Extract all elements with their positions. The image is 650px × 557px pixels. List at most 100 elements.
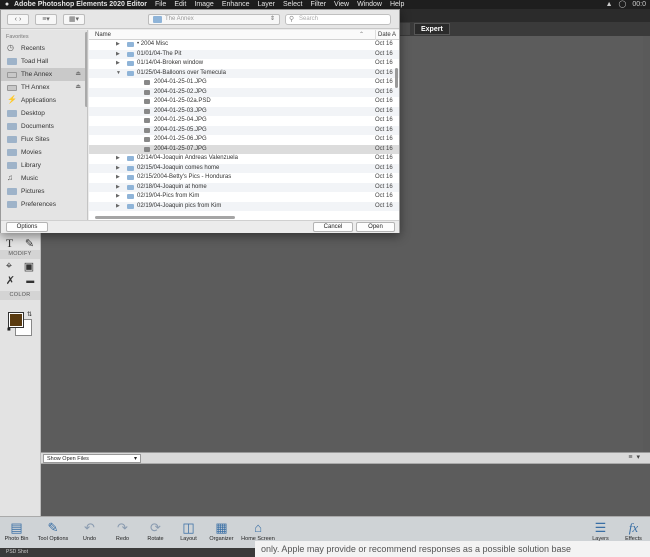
options-button[interactable]: Options (6, 222, 48, 232)
eject-icon[interactable]: ⏏ (75, 68, 81, 81)
view-mode-button[interactable]: ≡▾ (35, 14, 57, 25)
file-row[interactable]: 2004-01-25-02a.PSD Oct 16 (89, 97, 399, 107)
tool-options-button[interactable]: ✎ Tool Options (33, 517, 73, 548)
menu-layer[interactable]: Layer (257, 0, 275, 9)
redo-button[interactable]: ↷ Redo (106, 517, 139, 548)
sidebar-item-preferences[interactable]: Preferences (1, 198, 87, 211)
file-row[interactable]: 2004-01-25-04.JPG Oct 16 (89, 116, 399, 126)
menu-view[interactable]: View (334, 0, 349, 9)
dialog-sidebar: Favorites ◷ Recents Toad Hall The Annex … (1, 30, 88, 220)
menu-enhance[interactable]: Enhance (222, 0, 250, 9)
sidebar-scrollbar[interactable] (85, 32, 87, 107)
sidebar-item-flux-sites[interactable]: Flux Sites (1, 133, 87, 146)
layout-button[interactable]: ◫ Layout (172, 517, 205, 548)
drive-icon (7, 72, 17, 78)
tool-options-label: Tool Options (37, 536, 69, 542)
disclosure-closed-icon[interactable]: ▶ (116, 50, 120, 60)
folder-row[interactable]: ▶ 02/19/04-Pics from Kim Oct 16 (89, 192, 399, 202)
cancel-button[interactable]: Cancel (313, 222, 353, 232)
show-open-files-select[interactable]: Show Open Files ▾ (43, 454, 141, 463)
file-list-hscroll[interactable] (95, 216, 235, 219)
pencil-tool-icon[interactable]: ✎ (25, 237, 34, 250)
apple-icon[interactable]: ● (0, 0, 14, 9)
column-name[interactable]: Name (95, 30, 111, 40)
tab-expert[interactable]: Expert (414, 23, 450, 35)
forward-icon[interactable]: › (19, 16, 21, 23)
disclosure-closed-icon[interactable]: ▶ (116, 59, 120, 69)
menu-image[interactable]: Image (194, 0, 213, 9)
file-row[interactable]: 2004-01-25-06.JPG Oct 16 (89, 135, 399, 145)
file-row[interactable]: 2004-01-25-03.JPG Oct 16 (89, 106, 399, 116)
search-input[interactable]: ⚲ Search (285, 14, 391, 25)
sidebar-item-movies[interactable]: Movies (1, 146, 87, 159)
bin-options-icon[interactable]: ≡▾ (628, 453, 644, 461)
sidebar-item-toad-hall[interactable]: Toad Hall (1, 55, 87, 68)
eject-icon[interactable]: ⏏ (75, 81, 81, 94)
wifi-icon[interactable]: ▲ (606, 0, 613, 9)
content-aware-move-icon[interactable]: ✗ (6, 274, 15, 287)
sidebar-item-recents[interactable]: ◷ Recents (1, 42, 87, 55)
disclosure-closed-icon[interactable]: ▶ (116, 154, 120, 164)
folder-row[interactable]: ▶ 02/15/2004-Betty's Pics - Honduras Oct 1… (89, 173, 399, 183)
text-tool-icon[interactable]: T (6, 236, 13, 251)
folder-row[interactable]: ▶ 01/01/04-The Pit Oct 16 (89, 49, 399, 60)
open-button[interactable]: Open (356, 222, 395, 232)
folder-row[interactable]: ▶ • 2004 Misc Oct 16 (89, 40, 399, 50)
menu-filter[interactable]: Filter (310, 0, 326, 9)
folder-row[interactable]: ▶ 02/18/04-Joaquin at home Oct 16 (89, 182, 399, 193)
home-screen-icon: ⌂ (254, 520, 262, 535)
disclosure-closed-icon[interactable]: ▶ (116, 202, 120, 212)
file-row[interactable]: 2004-01-25-05.JPG Oct 16 (89, 125, 399, 135)
disclosure-open-icon[interactable]: ▼ (116, 69, 121, 79)
back-icon[interactable]: ‹ (15, 16, 17, 23)
folder-row[interactable]: ▶ 02/15/04-Joaquin comes home Oct 16 (89, 163, 399, 174)
folder-row[interactable]: ▶ 02/14/04-Joaquin Andreas Valenzuela Oct … (89, 154, 399, 164)
disclosure-closed-icon[interactable]: ▶ (116, 192, 120, 202)
folder-row[interactable]: ▶ 01/14/04-Broken window Oct 16 (89, 59, 399, 69)
status-area: ▲ ◯ 00:0 (606, 0, 650, 9)
menu-window[interactable]: Window (357, 0, 382, 9)
swap-colors-icon[interactable]: ⇅ (27, 311, 32, 318)
sidebar-item-applications[interactable]: ⚡ Applications (1, 94, 87, 107)
sidebar-item-library[interactable]: Library (1, 159, 87, 172)
disclosure-closed-icon[interactable]: ▶ (116, 40, 120, 50)
file-date: Oct 16 (375, 117, 393, 123)
rotate-button[interactable]: ⟳ Rotate (139, 517, 172, 548)
column-date[interactable]: Date A (375, 30, 396, 40)
back-forward-buttons[interactable]: ‹ › (7, 14, 29, 25)
location-select[interactable]: The Annex ⇕ (148, 14, 280, 25)
sidebar-item-pictures[interactable]: Pictures (1, 185, 87, 198)
folder-row[interactable]: ▶ 02/19/04-Joaquin pics from Kim Oct 16 (89, 201, 399, 212)
group-button[interactable]: ▦▾ (63, 14, 85, 25)
sidebar-item-the-annex[interactable]: The Annex ⏏ (1, 68, 87, 81)
disclosure-closed-icon[interactable]: ▶ (116, 173, 120, 183)
menu-edit[interactable]: Edit (174, 0, 186, 9)
file-list-vscroll[interactable] (395, 68, 398, 88)
sidebar-item-desktop[interactable]: Desktop (1, 107, 87, 120)
file-row[interactable]: 2004-01-25-02.JPG Oct 16 (89, 87, 399, 97)
foreground-color-swatch[interactable] (8, 312, 24, 328)
folder-row[interactable]: ▼ 01/25/04-Balloons over Temecula Oct 16 (89, 68, 399, 79)
straighten-tool-icon[interactable]: ▬ (26, 276, 34, 285)
menu-select[interactable]: Select (283, 0, 302, 9)
sidebar-item-music[interactable]: ♫ Music (1, 172, 87, 185)
sidebar-item-documents[interactable]: Documents (1, 120, 87, 133)
organizer-button[interactable]: ▦ Organizer (205, 517, 238, 548)
photo-bin-button[interactable]: ▤ Photo Bin (0, 517, 33, 548)
file-row[interactable]: 2004-01-25-07.JPG Oct 16 (89, 144, 399, 154)
sidebar-item-label: Preferences (21, 201, 57, 208)
crop-tool-icon[interactable]: ⌖ (6, 260, 12, 273)
default-colors-icon[interactable]: ■ (7, 327, 11, 333)
file-name: 2004-01-25-02a.PSD (154, 98, 211, 104)
sidebar-item-th-annex[interactable]: TH Annex ⏏ (1, 81, 87, 94)
disclosure-closed-icon[interactable]: ▶ (116, 183, 120, 193)
file-date: Oct 16 (375, 50, 393, 57)
file-row[interactable]: 2004-01-25-01.JPG Oct 16 (89, 78, 399, 88)
undo-button[interactable]: ↶ Undo (73, 517, 106, 548)
recompose-tool-icon[interactable]: ▣ (24, 260, 34, 273)
app-name[interactable]: Adobe Photoshop Elements 2020 Editor (14, 0, 147, 9)
menu-help[interactable]: Help (390, 0, 404, 9)
disclosure-closed-icon[interactable]: ▶ (116, 164, 120, 174)
menu-file[interactable]: File (155, 0, 166, 9)
clock-status-icon[interactable]: ◯ (619, 0, 627, 9)
